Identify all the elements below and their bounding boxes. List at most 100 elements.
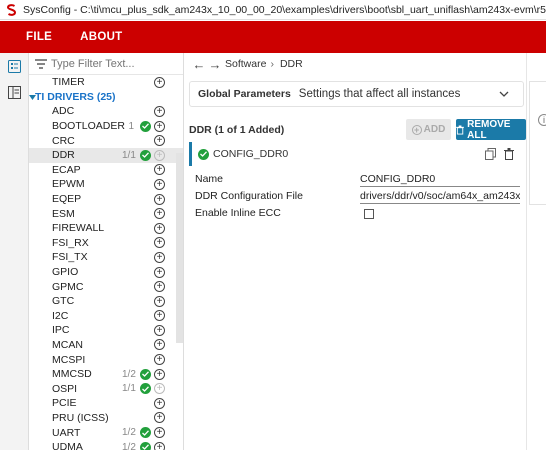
device-view-button[interactable] bbox=[0, 79, 29, 105]
module-label: MMCSD bbox=[52, 368, 92, 381]
property-inline-ecc-row: Enable Inline ECC bbox=[195, 205, 530, 222]
add-module-icon[interactable]: + bbox=[154, 76, 165, 88]
add-module-icon[interactable]: + bbox=[154, 427, 165, 439]
add-module-icon[interactable]: + bbox=[154, 149, 165, 161]
sidebar-module-item[interactable]: FSI_RX + bbox=[29, 236, 183, 251]
sidebar-module-item[interactable]: MCAN + bbox=[29, 338, 183, 353]
add-module-icon[interactable]: + bbox=[154, 383, 165, 395]
menu-about[interactable]: ABOUT bbox=[66, 31, 136, 43]
add-module-icon[interactable]: + bbox=[154, 281, 165, 293]
add-module-icon[interactable]: + bbox=[154, 310, 165, 322]
sidebar-module-item[interactable]: GPMC + bbox=[29, 279, 183, 294]
add-module-icon[interactable]: + bbox=[154, 339, 165, 351]
add-module-icon[interactable]: + bbox=[154, 178, 165, 190]
sidebar-module-item[interactable]: EQEP + bbox=[29, 192, 183, 207]
instance-name: CONFIG_DDR0 bbox=[213, 148, 289, 160]
module-label: I2C bbox=[52, 309, 69, 322]
name-field[interactable]: CONFIG_DDR0 bbox=[360, 173, 520, 187]
add-module-icon[interactable]: + bbox=[154, 295, 165, 307]
module-tree: TIMER + TI DRIVERS (25) ADC + BOOTLOADER 1 + CRC… bbox=[29, 75, 183, 450]
sidebar-module-item[interactable]: ESM + bbox=[29, 206, 183, 221]
module-label: DDR bbox=[52, 149, 75, 162]
add-module-icon[interactable]: + bbox=[154, 266, 165, 278]
name-label: Name bbox=[195, 173, 224, 185]
sidebar-module-item[interactable]: DDR 1/1 + bbox=[29, 147, 183, 163]
menu-file[interactable]: FILE bbox=[0, 31, 66, 43]
sidebar-scrollbar[interactable] bbox=[176, 153, 183, 343]
forward-arrow-icon[interactable]: → bbox=[207, 57, 223, 72]
left-rail bbox=[0, 53, 29, 450]
sidebar-module-item[interactable]: GPIO + bbox=[29, 265, 183, 280]
add-module-icon[interactable]: + bbox=[154, 135, 165, 147]
sidebar-module-item[interactable]: CRC + bbox=[29, 133, 183, 148]
list-view-button[interactable] bbox=[0, 53, 29, 79]
instance-list-header: DDR (1 of 1 Added) + ADD REMOVE ALL bbox=[189, 119, 526, 141]
sidebar-module-item[interactable]: MMCSD 1/2 + bbox=[29, 367, 183, 382]
sidebar-module-item[interactable]: BOOTLOADER 1 + bbox=[29, 119, 183, 134]
filter-icon[interactable] bbox=[35, 58, 47, 69]
sidebar-module-item[interactable]: FSI_TX + bbox=[29, 250, 183, 265]
add-module-icon[interactable]: + bbox=[154, 208, 165, 220]
add-module-icon[interactable]: + bbox=[154, 105, 165, 117]
remove-all-button[interactable]: REMOVE ALL bbox=[456, 119, 526, 141]
add-button[interactable]: + ADD bbox=[406, 119, 451, 140]
sidebar-module-item[interactable]: IPC + bbox=[29, 323, 183, 338]
module-label: ADC bbox=[52, 105, 75, 118]
inline-ecc-checkbox[interactable] bbox=[364, 209, 374, 219]
sidebar-module-item[interactable]: ECAP + bbox=[29, 163, 183, 178]
add-module-icon[interactable]: + bbox=[154, 237, 165, 249]
add-module-icon[interactable]: + bbox=[154, 193, 165, 205]
add-module-icon[interactable]: + bbox=[154, 397, 165, 409]
instance-list-title: DDR (1 of 1 Added) bbox=[189, 124, 285, 136]
sidebar-module-item[interactable]: TIMER + bbox=[29, 75, 183, 90]
pane-divider[interactable] bbox=[526, 53, 527, 450]
details-pane-edge: i bbox=[529, 81, 546, 205]
add-module-icon[interactable]: + bbox=[154, 120, 165, 132]
module-label: UDMA bbox=[52, 441, 83, 450]
sidebar-module-item[interactable]: UDMA 1/2 + bbox=[29, 440, 183, 450]
module-label: PCIE bbox=[52, 397, 77, 410]
add-module-icon[interactable]: + bbox=[154, 222, 165, 234]
add-module-icon[interactable]: + bbox=[154, 441, 165, 450]
sidebar-module-item[interactable]: MCSPI + bbox=[29, 352, 183, 367]
module-label: EQEP bbox=[52, 193, 82, 206]
tree-group-header[interactable]: TI DRIVERS (25) bbox=[29, 90, 183, 105]
add-module-icon[interactable]: + bbox=[154, 412, 165, 424]
add-module-icon[interactable]: + bbox=[154, 164, 165, 176]
sidebar-module-item[interactable]: GTC + bbox=[29, 294, 183, 309]
add-module-icon[interactable]: + bbox=[154, 324, 165, 336]
instance-row[interactable]: CONFIG_DDR0 bbox=[189, 142, 524, 166]
add-module-icon[interactable]: + bbox=[154, 368, 165, 380]
config-file-field[interactable]: drivers/ddr/v0/soc/am64x_am243x/bo bbox=[360, 190, 520, 204]
sidebar-module-item[interactable]: PRU (ICSS) + bbox=[29, 411, 183, 426]
module-label: TI DRIVERS (25) bbox=[35, 90, 116, 103]
sidebar-module-item[interactable]: OSPI 1/1 + bbox=[29, 381, 183, 396]
global-parameters-panel[interactable]: Global Parameters Settings that affect a… bbox=[189, 81, 524, 107]
module-count: 1/2 bbox=[122, 368, 136, 380]
sidebar-module-item[interactable]: I2C + bbox=[29, 309, 183, 324]
module-label: GPIO bbox=[52, 266, 79, 279]
sidebar-module-item[interactable]: EPWM + bbox=[29, 177, 183, 192]
back-arrow-icon[interactable]: ← bbox=[191, 57, 207, 72]
list-view-icon bbox=[8, 59, 21, 73]
module-label: ECAP bbox=[52, 163, 81, 176]
sidebar-module-item[interactable]: UART 1/2 + bbox=[29, 425, 183, 440]
module-label: FIREWALL bbox=[52, 222, 105, 235]
module-label: EPWM bbox=[52, 178, 85, 191]
breadcrumb-root[interactable]: Software bbox=[225, 58, 266, 70]
sysconfig-logo-icon bbox=[6, 3, 17, 16]
delete-instance-icon[interactable] bbox=[504, 148, 514, 163]
add-module-icon[interactable]: + bbox=[154, 354, 165, 366]
add-module-icon[interactable]: + bbox=[154, 251, 165, 263]
check-circle-icon bbox=[140, 149, 151, 161]
info-icon[interactable]: i bbox=[538, 114, 546, 126]
sidebar-module-item[interactable]: ADC + bbox=[29, 104, 183, 119]
global-parameters-description: Settings that affect all instances bbox=[298, 88, 461, 100]
sidebar-module-item[interactable]: PCIE + bbox=[29, 396, 183, 411]
chevron-down-icon[interactable] bbox=[499, 88, 509, 102]
copy-icon[interactable] bbox=[485, 148, 496, 163]
navigation-bar: ← → Software › DDR bbox=[185, 53, 546, 75]
filter-input[interactable] bbox=[47, 57, 193, 70]
module-label: CRC bbox=[52, 134, 75, 147]
sidebar-module-item[interactable]: FIREWALL + bbox=[29, 221, 183, 236]
